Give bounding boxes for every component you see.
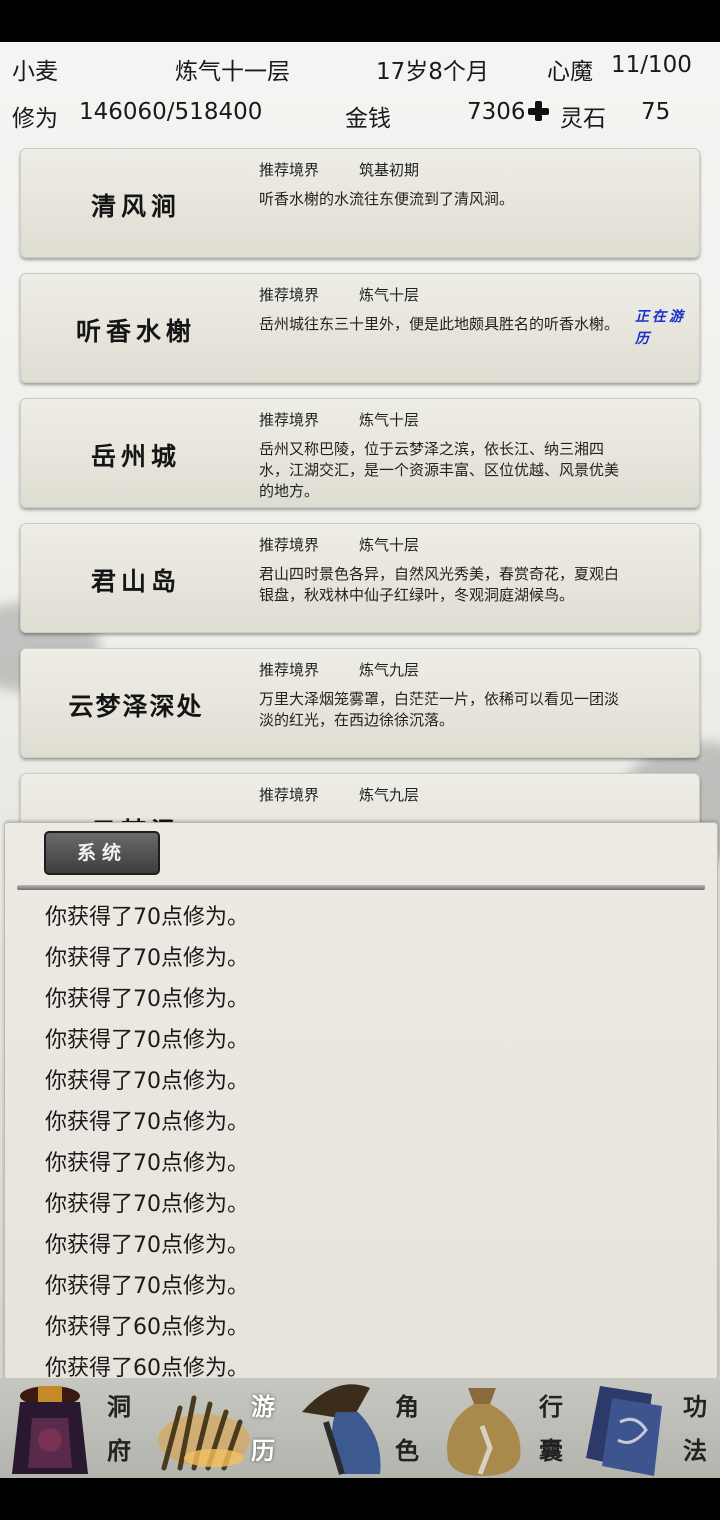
player-realm: 炼气十一层: [175, 59, 290, 85]
status-bar: [0, 0, 720, 42]
location-name: 听香水榭: [75, 317, 196, 346]
recommended-realm-value: 炼气九层: [359, 786, 420, 804]
recommended-realm-label: 推荐境界: [259, 286, 320, 304]
recommended-realm-value: 炼气十层: [359, 411, 420, 429]
money-amount: 7306: [467, 99, 526, 125]
location-card-yunmengze-depths[interactable]: 云梦泽深处 推荐境界 炼气九层 万里大泽烟笼雾罩，白茫茫一片，依稀可以看见一团淡…: [20, 648, 700, 758]
location-name: 岳州城: [90, 442, 181, 471]
cave-icon: [12, 1386, 88, 1474]
nav-character[interactable]: 角 色: [288, 1378, 432, 1478]
heart-demon-label: 心魔: [547, 59, 593, 85]
system-message-list: 你获得了70点修为。 你获得了70点修为。 你获得了70点修为。 你获得了70点…: [45, 897, 249, 1380]
gesture-bar: [0, 1478, 720, 1520]
player-age: 17岁8个月: [376, 59, 489, 85]
cultivation-label: 修为: [12, 106, 58, 132]
traveling-status-badge: 正在游历: [635, 309, 686, 347]
nav-label-top: 游: [251, 1392, 275, 1421]
location-card-qingfengjian[interactable]: 清风涧 推荐境界 筑基初期 听香水榭的水流往东便流到了清风涧。: [20, 148, 700, 258]
add-money-icon[interactable]: [527, 100, 549, 122]
system-message: 你获得了70点修为。: [45, 1192, 249, 1217]
system-message: 你获得了70点修为。: [45, 946, 249, 971]
location-name: 云梦泽深处: [68, 692, 204, 721]
bottom-nav: 洞 府 游 历 角 色 行 囊 功 法: [0, 1378, 720, 1478]
nav-label-top: 角: [395, 1392, 419, 1421]
system-log-panel[interactable]: 系统 你获得了70点修为。 你获得了70点修为。 你获得了70点修为。 你获得了…: [4, 822, 718, 1380]
nav-label-bottom: 法: [683, 1436, 707, 1465]
system-message: 你获得了70点修为。: [45, 1233, 249, 1258]
nav-skills[interactable]: 功 法: [576, 1378, 720, 1478]
recommended-realm-value: 炼气九层: [359, 661, 420, 679]
system-message: 你获得了60点修为。: [45, 1356, 249, 1380]
nav-label-top: 行: [539, 1392, 563, 1421]
recommended-realm-value: 炼气十层: [359, 536, 420, 554]
spirit-stone-value: 75: [641, 99, 671, 125]
location-card-tingxiangshuixie[interactable]: 听香水榭 推荐境界 炼气十层 岳州城往东三十里外，便是此地颇具胜名的听香水榭。 …: [20, 273, 700, 383]
recommended-realm-label: 推荐境界: [259, 411, 320, 429]
system-message: 你获得了70点修为。: [45, 1069, 249, 1094]
nav-label-bottom: 囊: [539, 1436, 563, 1465]
system-message: 你获得了70点修为。: [45, 905, 249, 930]
money-value: 7306: [467, 99, 549, 125]
money-label: 金钱: [345, 106, 391, 132]
system-message: 你获得了70点修为。: [45, 1028, 249, 1053]
location-description: 君山四时景色各异，自然风光秀美，春赏奇花，夏观白银盘，秋戏林中仙子红绿叶，冬观洞…: [259, 565, 620, 604]
recommended-realm-label: 推荐境界: [259, 161, 320, 179]
travel-icon: [158, 1395, 250, 1471]
nav-label-bottom: 府: [107, 1436, 131, 1465]
app-screen: 小麦 炼气十一层 17岁8个月 心魔 11/100 修为 146060/5184…: [0, 42, 720, 1478]
location-name: 清风涧: [90, 192, 181, 221]
tab-system[interactable]: 系统: [44, 831, 160, 875]
nav-label-top: 洞: [107, 1392, 131, 1421]
system-message: 你获得了70点修为。: [45, 1110, 249, 1135]
location-description: 岳州又称巴陵，位于云梦泽之滨，依长江、纳三湘四水，江湖交汇，是一个资源丰富、区位…: [259, 440, 620, 500]
nav-travel[interactable]: 游 历: [144, 1378, 288, 1478]
recommended-realm-value: 炼气十层: [359, 286, 420, 304]
system-message: 你获得了60点修为。: [45, 1315, 249, 1340]
character-icon: [302, 1384, 381, 1475]
recommended-realm-label: 推荐境界: [259, 536, 320, 554]
nav-label-bottom: 历: [251, 1436, 275, 1465]
bag-icon: [447, 1388, 521, 1476]
location-card-yuezhoucheng[interactable]: 岳州城 推荐境界 炼气十层 岳州又称巴陵，位于云梦泽之滨，依长江、纳三湘四水，江…: [20, 398, 700, 508]
recommended-realm-value: 筑基初期: [359, 161, 420, 179]
nav-label-top: 功: [683, 1392, 707, 1421]
nav-bag[interactable]: 行 囊: [432, 1378, 576, 1478]
player-name: 小麦: [12, 59, 58, 85]
location-description: 听香水榭的水流往东便流到了清风涧。: [259, 190, 515, 208]
location-description: 岳州城往东三十里外，便是此地颇具胜名的听香水榭。: [259, 315, 620, 333]
nav-label-bottom: 色: [395, 1436, 419, 1465]
system-message: 你获得了70点修为。: [45, 987, 249, 1012]
system-message: 你获得了70点修为。: [45, 1274, 249, 1299]
recommended-realm-label: 推荐境界: [259, 786, 320, 804]
system-message: 你获得了70点修为。: [45, 1151, 249, 1176]
heart-demon-value: 11/100: [611, 52, 692, 78]
location-name: 君山岛: [90, 567, 181, 596]
location-description: 万里大泽烟笼雾罩，白茫茫一片，依稀可以看见一团淡淡的红光，在西边徐徐沉落。: [259, 690, 620, 729]
recommended-realm-label: 推荐境界: [259, 661, 320, 679]
cultivation-value: 146060/518400: [79, 99, 263, 125]
skills-icon: [586, 1386, 662, 1476]
location-card-junshandao[interactable]: 君山岛 推荐境界 炼气十层 君山四时景色各异，自然风光秀美，春赏奇花，夏观白银盘…: [20, 523, 700, 633]
spirit-stone-label: 灵石: [560, 106, 606, 132]
panel-divider: [17, 885, 705, 890]
nav-cave[interactable]: 洞 府: [0, 1378, 144, 1478]
